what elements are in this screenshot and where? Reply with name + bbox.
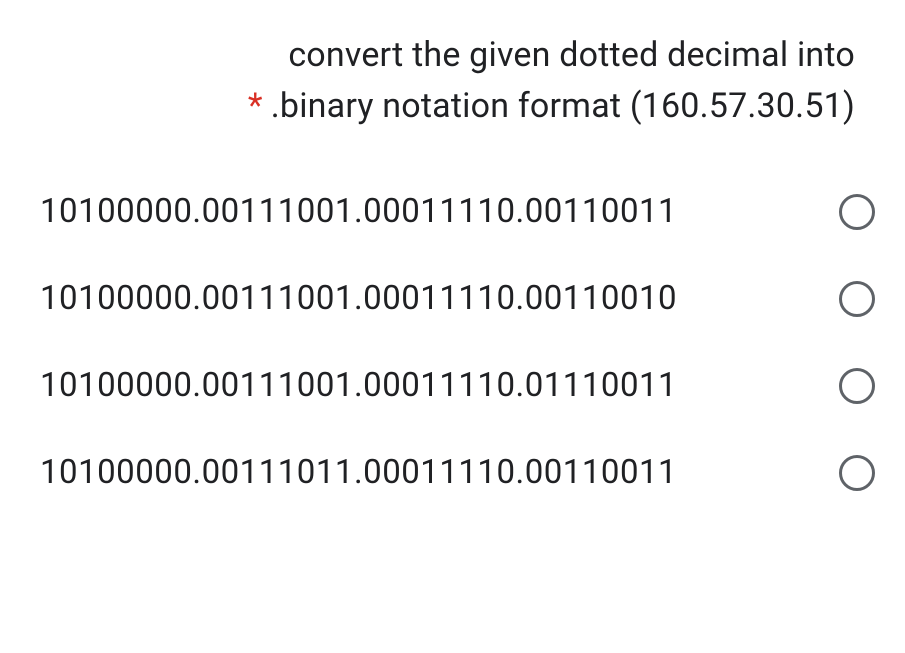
- radio-unchecked-icon[interactable]: [839, 455, 875, 491]
- radio-unchecked-icon[interactable]: [839, 368, 875, 404]
- option-label: 10100000.00111001.00011110.00110011: [40, 192, 677, 231]
- radio-unchecked-icon[interactable]: [839, 281, 875, 317]
- option-label: 10100000.00111001.00011110.00110010: [40, 279, 677, 318]
- radio-unchecked-icon[interactable]: [839, 194, 875, 230]
- question-block: convert the given dotted decimal into * …: [40, 30, 875, 132]
- option-label: 10100000.00111011.00011110.00110011: [40, 453, 677, 492]
- option-row-2[interactable]: 10100000.00111001.00011110.00110010: [40, 279, 875, 318]
- option-row-1[interactable]: 10100000.00111001.00011110.00110011: [40, 192, 875, 231]
- option-label: 10100000.00111001.00011110.01110011: [40, 366, 677, 405]
- options-container: 10100000.00111001.00011110.00110011 1010…: [40, 192, 875, 492]
- required-asterisk-icon: *: [248, 81, 263, 132]
- question-text-line1: convert the given dotted decimal into: [80, 30, 855, 81]
- question-text-line2: .binary notation format (160.57.30.51): [271, 81, 855, 132]
- option-row-4[interactable]: 10100000.00111011.00011110.00110011: [40, 453, 875, 492]
- question-text-line2-wrap: * .binary notation format (160.57.30.51): [80, 81, 855, 132]
- option-row-3[interactable]: 10100000.00111001.00011110.01110011: [40, 366, 875, 405]
